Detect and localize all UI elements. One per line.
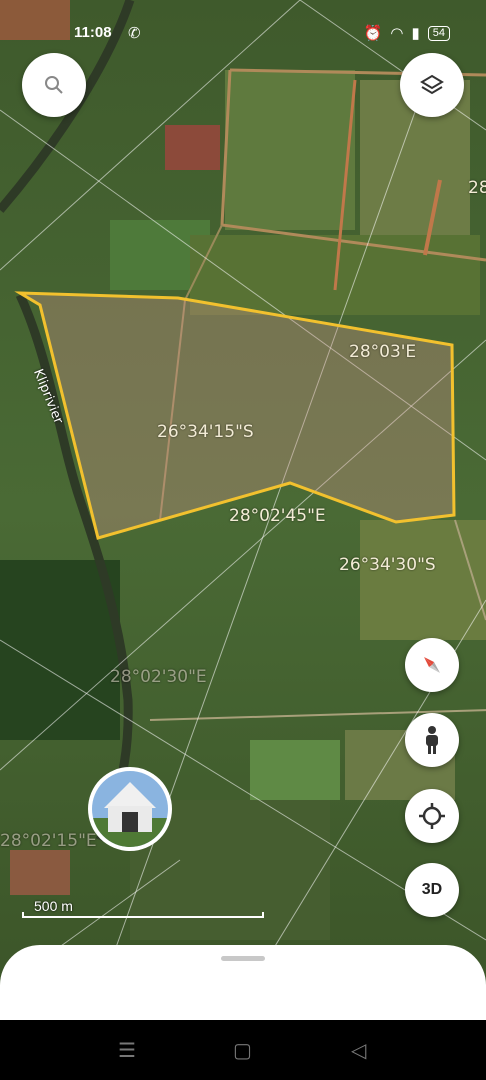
search-button[interactable] [22,53,86,117]
back-nav-button[interactable]: ◁ [351,1038,366,1063]
compass-icon [424,657,440,673]
system-nav-bar: ☰ ▢ ◁ [0,1020,486,1080]
streetview-thumbnail [88,767,172,851]
scale-bar: 500 m [22,898,264,918]
coord-label: 28 [468,178,486,198]
scale-line [22,912,264,918]
bottom-sheet[interactable] [0,945,486,1025]
3d-label: 3D [421,881,443,898]
coord-label: 28°02'15"E [0,831,97,851]
search-icon [45,76,63,94]
crosshair-icon [419,803,445,829]
coord-label: 28°02'45"E [229,506,326,526]
coord-label: 26°34'15"S [157,422,254,442]
status-time: 11:08 [74,24,112,41]
pegman-icon [426,726,438,754]
layers-icon [420,74,444,95]
menu-nav-button[interactable]: ☰ [118,1038,136,1063]
my-location-button[interactable] [405,789,459,843]
whatsapp-icon: ✆ [128,25,141,42]
signal-icon: ▮ [411,25,420,42]
coord-label: 28°03'E [349,342,417,362]
status-icons: ⏰ ◠ ▮ 54 [364,24,450,42]
home-nav-button[interactable]: ▢ [233,1038,252,1063]
coord-label: 26°34'30"S [339,555,436,575]
compass-button[interactable] [405,638,459,692]
streetview-button[interactable] [405,713,459,767]
battery-icon: 54 [427,25,450,41]
status-bar: 11:08 ✆ ⏰ ◠ ▮ 54 [0,0,486,64]
coord-label: 28°02'30"E [110,667,207,687]
satellite-map[interactable]: 28°03'E 26°34'15"S 28°02'45"E 26°34'30"S… [0,0,486,1020]
alarm-icon: ⏰ [363,25,383,42]
layers-button[interactable] [400,53,464,117]
sheet-handle[interactable] [221,956,265,961]
3d-button[interactable]: 3D [405,863,459,917]
wifi-icon: ◠ [390,25,404,42]
